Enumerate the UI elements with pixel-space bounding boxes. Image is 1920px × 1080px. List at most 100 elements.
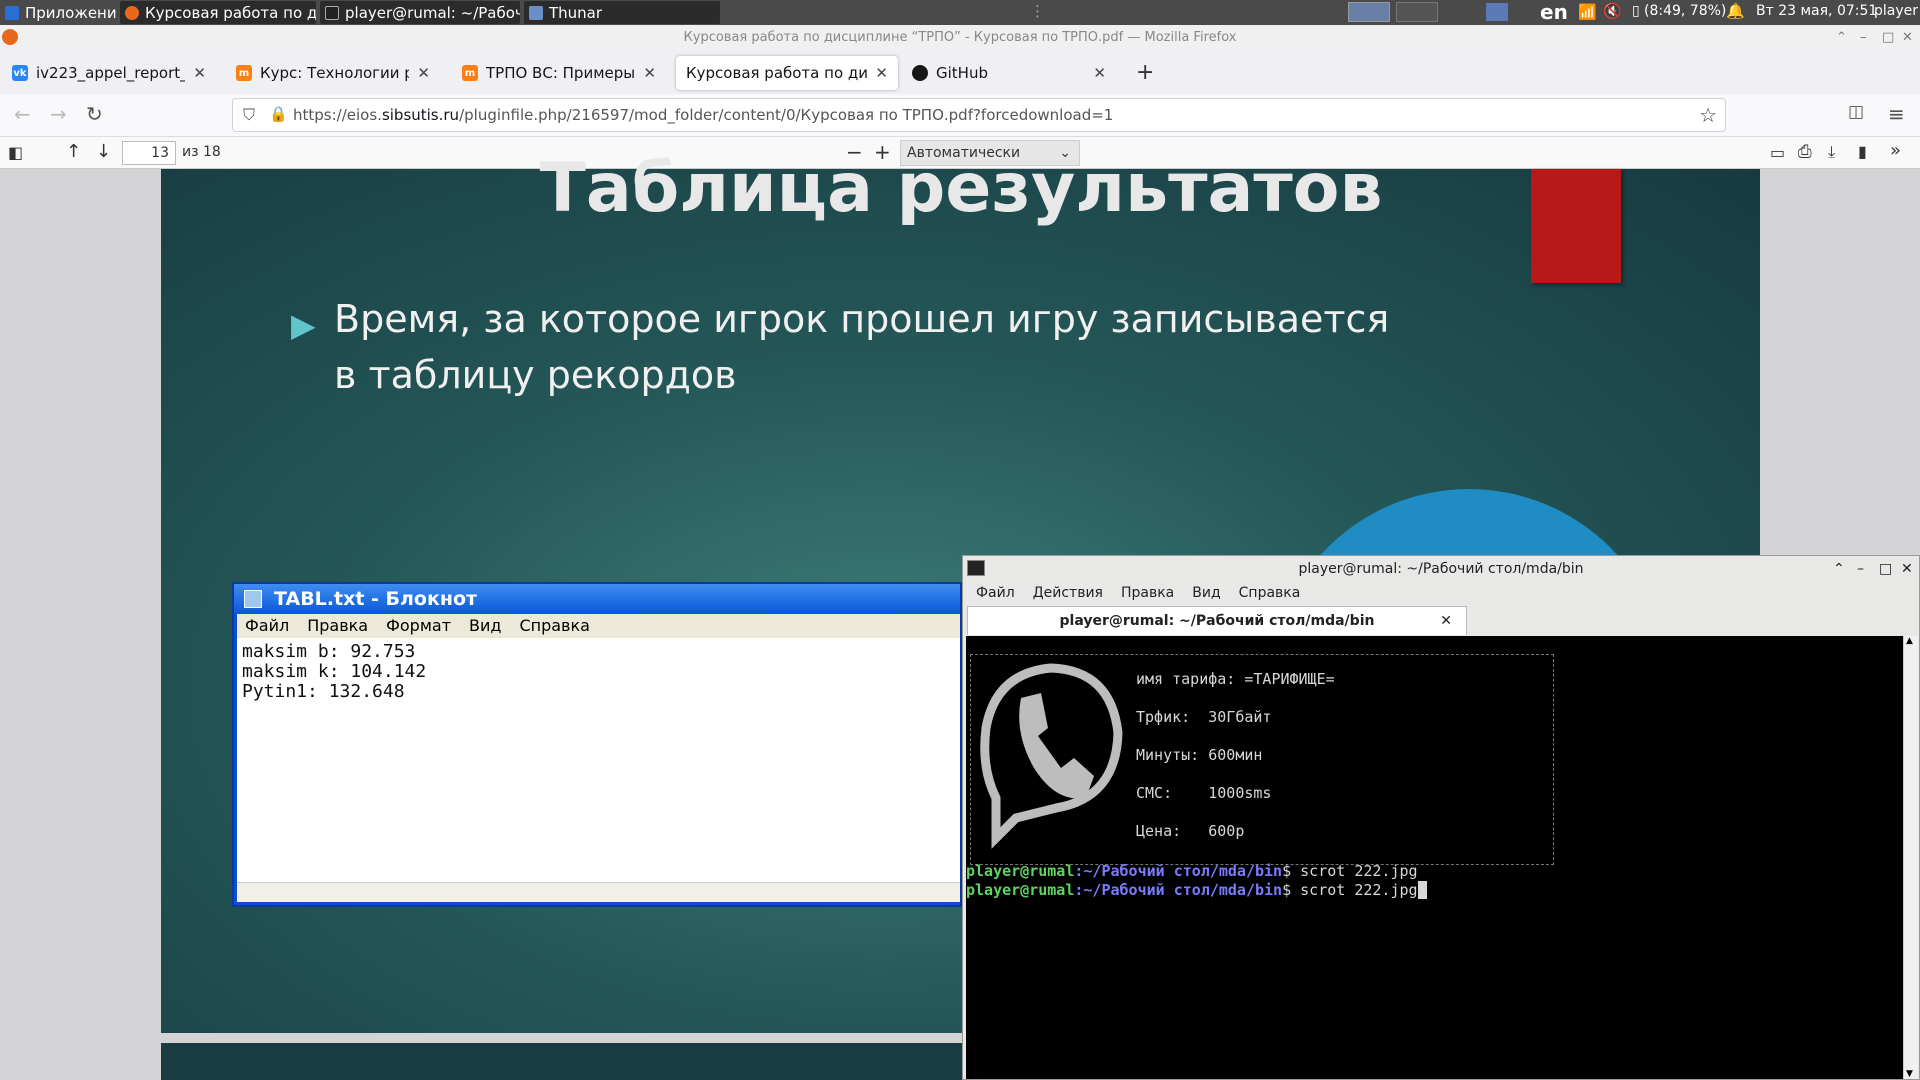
- terminal-maximize-button[interactable]: □: [1879, 556, 1892, 582]
- bookmark-icon[interactable]: ▮: [1858, 142, 1867, 161]
- terminal-menubar: Файл Действия Правка Вид Справка: [963, 582, 1919, 604]
- volume-muted-icon[interactable]: 🔇: [1603, 2, 1622, 20]
- terminal-tab-label: player@rumal: ~/Рабочий стол/mda/bin: [1059, 613, 1375, 629]
- clock[interactable]: Вт 23 мая, 07:51: [1756, 3, 1877, 19]
- tab-label: iv223_appel_report_1-1.p: [36, 64, 185, 82]
- firefox-logo-icon: [2, 29, 18, 45]
- terminal-menu-item[interactable]: Действия: [1033, 582, 1103, 604]
- url-bar[interactable]: ⛉ 🔒 https://eios. sibsutis.ru/pluginfile.…: [232, 98, 1726, 132]
- notification-bell-icon[interactable]: 🔔: [1726, 2, 1745, 20]
- terminal-titlebar[interactable]: player@rumal: ~/Рабочий стол/mda/bin ⌃ –…: [963, 556, 1919, 582]
- url-domain: sibsutis.ru: [381, 106, 460, 124]
- window-maximize-button[interactable]: □: [1882, 25, 1894, 50]
- tab-coursework[interactable]: Курсовая работа по дисци ✕: [676, 56, 898, 90]
- terminal-window[interactable]: player@rumal: ~/Рабочий стол/mda/bin ⌃ –…: [962, 555, 1920, 1080]
- terminal-menu-item[interactable]: Вид: [1192, 582, 1220, 604]
- scroll-down-icon[interactable]: ▼: [1906, 1069, 1913, 1079]
- taskbar-thunar[interactable]: Thunar: [524, 1, 720, 24]
- pocket-icon[interactable]: ◫: [1848, 102, 1864, 122]
- navigation-bar: ← → ↻ ⛉ 🔒 https://eios. sibsutis.ru/plugi…: [0, 94, 1920, 137]
- terminal-tab-close-icon[interactable]: ✕: [1440, 607, 1452, 635]
- tab-label: ТРПО ВС: Примеры пре: [486, 64, 636, 82]
- terminal-tab[interactable]: player@rumal: ~/Рабочий стол/mda/bin ✕: [967, 606, 1467, 635]
- signal-icon[interactable]: 📶: [1578, 3, 1597, 21]
- reload-icon[interactable]: ↻: [86, 102, 103, 126]
- tab-github[interactable]: GitHub ✕: [902, 56, 1116, 90]
- bookmark-star-icon[interactable]: ☆: [1699, 103, 1717, 127]
- window-title: Курсовая работа по дисциплине “ТРПО” - К…: [683, 30, 1237, 45]
- terminal-icon: [325, 5, 339, 20]
- tools-chevron-icon[interactable]: »: [1890, 140, 1901, 161]
- slide-title: Таблица результатов: [539, 149, 1383, 228]
- apps-menu-button[interactable]: Приложения: [0, 1, 116, 24]
- presentation-mode-icon[interactable]: ▭: [1770, 143, 1785, 162]
- forward-arrow-icon[interactable]: →: [50, 102, 67, 126]
- shield-icon[interactable]: ⛉: [243, 105, 255, 125]
- workspace-switcher[interactable]: [1348, 2, 1438, 22]
- new-tab-button[interactable]: +: [1136, 60, 1154, 85]
- tab-bar: vk iv223_appel_report_1-1.p ✕ m Курс: Те…: [0, 50, 1920, 94]
- slide-bullet: ▶ Время, за которое игрок прошел игру за…: [291, 291, 1391, 403]
- next-page-icon[interactable]: ↓: [96, 141, 111, 162]
- taskbar-label: player@rumal: ~/Рабоч...: [345, 3, 520, 22]
- github-icon: [912, 65, 928, 81]
- folder-icon: [529, 5, 543, 20]
- notepad-menu-item: Правка: [307, 616, 369, 635]
- workspace-1-icon[interactable]: [1348, 2, 1390, 22]
- tariff-minutes: Минуты: 600мин: [1136, 746, 1263, 764]
- url-path: /pluginfile.php/216597/mod_folder/conten…: [459, 106, 1114, 124]
- window-shade-icon[interactable]: ⌃: [1833, 556, 1845, 582]
- save-icon[interactable]: ⤓: [1828, 142, 1835, 162]
- prompt-path: :~/Рабочий стол/mda/bin: [1074, 862, 1283, 880]
- terminal-line: player@rumal:~/Рабочий стол/mda/bin$ scr…: [966, 862, 1418, 880]
- back-arrow-icon[interactable]: ←: [14, 102, 31, 126]
- tab-report[interactable]: vk iv223_appel_report_1-1.p ✕: [2, 56, 216, 90]
- hamburger-menu-icon[interactable]: ≡: [1888, 102, 1905, 126]
- previous-page-icon[interactable]: ↑: [66, 141, 81, 162]
- terminal-close-button[interactable]: ✕: [1901, 556, 1913, 582]
- notepad-menu-item: Файл: [245, 616, 290, 635]
- print-icon[interactable]: ⎙: [1798, 142, 1812, 162]
- taskbar-firefox[interactable]: Курсовая работа по д...: [120, 1, 316, 24]
- tab-close-icon[interactable]: ✕: [417, 64, 430, 82]
- user-menu[interactable]: player: [1874, 3, 1918, 19]
- tab-close-icon[interactable]: ✕: [193, 64, 206, 82]
- apps-menu-icon: [5, 5, 19, 20]
- command: $ scrot 222.jpg: [1282, 881, 1418, 899]
- tab-label: Курс: Технологии разра: [260, 64, 410, 82]
- sidebar-toggle-icon[interactable]: ◧: [8, 143, 23, 162]
- workspace-2-icon[interactable]: [1396, 2, 1438, 22]
- phone-bubble-icon: [980, 663, 1123, 849]
- terminal-menu-item[interactable]: Правка: [1121, 582, 1174, 604]
- tab-examples[interactable]: m ТРПО ВС: Примеры пре ✕: [452, 56, 666, 90]
- terminal-output[interactable]: имя тарифа: =ТАРИФИЩЕ= Трфик: 30Гбайт Ми…: [966, 636, 1903, 1079]
- top-panel: Приложения Курсовая работа по д... playe…: [0, 0, 1920, 25]
- terminal-line: player@rumal:~/Рабочий стол/mda/bin$ scr…: [966, 881, 1427, 899]
- window-minimize-icon[interactable]: ⌃: [1836, 25, 1847, 50]
- terminal-scrollbar[interactable]: ▲ ▼: [1903, 636, 1918, 1079]
- tab-close-icon[interactable]: ✕: [643, 64, 656, 82]
- scroll-up-icon[interactable]: ▲: [1906, 636, 1913, 646]
- prompt-path: :~/Рабочий стол/mda/bin: [1074, 881, 1283, 899]
- taskbar-terminal[interactable]: player@rumal: ~/Рабоч...: [320, 1, 520, 24]
- lock-icon[interactable]: 🔒: [269, 105, 288, 123]
- window-close-button[interactable]: ✕: [1902, 25, 1913, 50]
- vk-icon: vk: [12, 65, 28, 81]
- page-number-input[interactable]: 13: [122, 141, 176, 165]
- tariff-price: Цена: 600р: [1136, 822, 1245, 840]
- tab-course[interactable]: m Курс: Технологии разра ✕: [226, 56, 440, 90]
- terminal-menu-item[interactable]: Файл: [976, 582, 1015, 604]
- battery-icon[interactable]: ▯: [1632, 3, 1640, 19]
- tab-close-icon[interactable]: ✕: [1093, 64, 1106, 82]
- window-list-icon[interactable]: [1486, 3, 1508, 21]
- notepad-line: maksim k: 104.142: [242, 661, 427, 682]
- tab-label: GitHub: [936, 64, 988, 82]
- terminal-icon: [967, 560, 985, 576]
- terminal-menu-item[interactable]: Справка: [1239, 582, 1301, 604]
- keyboard-layout[interactable]: en: [1540, 0, 1568, 24]
- terminal-minimize-button[interactable]: –: [1857, 556, 1864, 582]
- tab-close-icon[interactable]: ✕: [875, 64, 888, 82]
- window-minimize-button[interactable]: –: [1860, 25, 1867, 50]
- tab-label: Курсовая работа по дисци: [686, 64, 868, 82]
- notepad-menu-item: Вид: [469, 616, 502, 635]
